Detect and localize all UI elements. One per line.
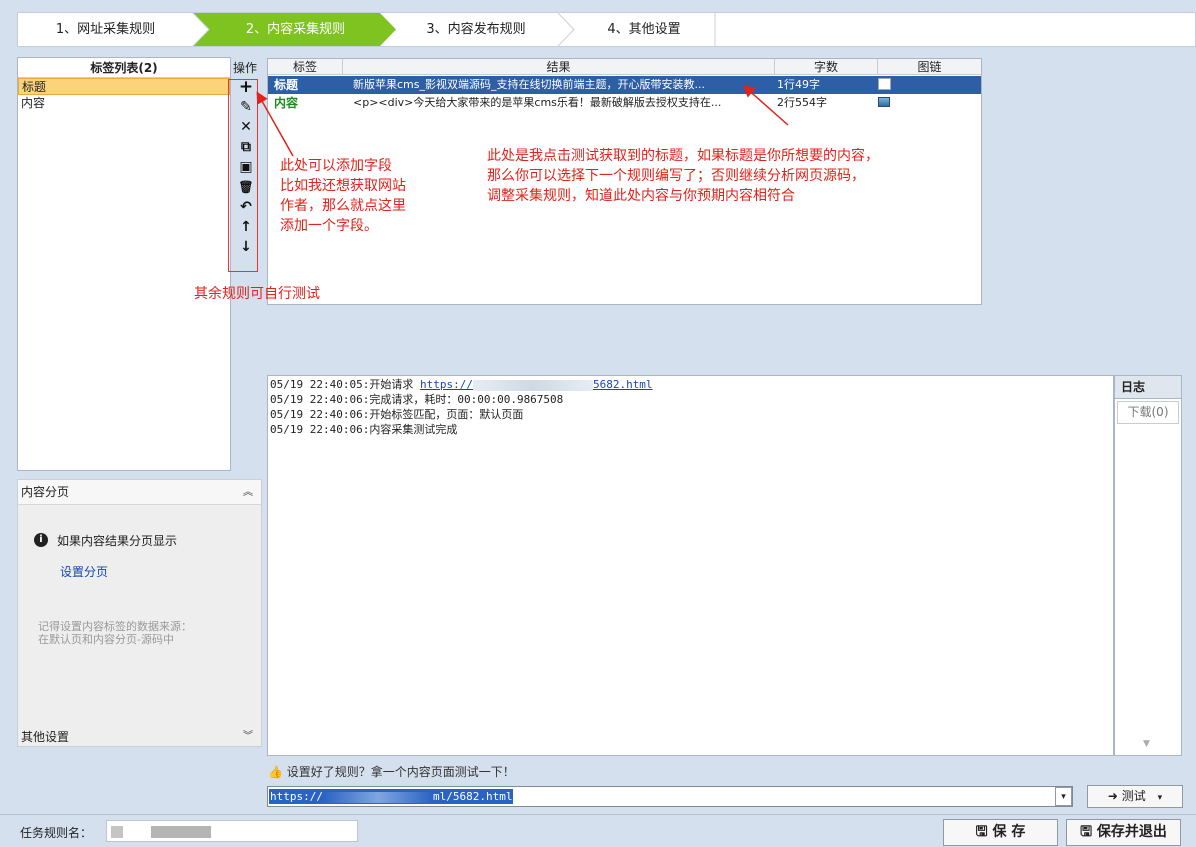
- task-name-input[interactable]: [106, 820, 358, 842]
- pagination-title: 内容分页: [21, 485, 70, 499]
- log-line: 05/19 22:40:06:开始标签匹配，页面：默认页面: [270, 408, 524, 421]
- log-line: 05/19 22:40:05:开始请求 https:// 5682.html: [268, 377, 1113, 392]
- redacted-text: [151, 826, 211, 838]
- arrow-to-title-result: [742, 85, 789, 126]
- expand-icon[interactable]: ︾: [243, 728, 253, 746]
- pagination-info: 如果内容结果分页显示: [57, 534, 178, 548]
- save-icon: 🖫: [1080, 824, 1093, 840]
- url-suffix: ml/5682.html: [432, 790, 513, 803]
- content-pagination-panel: 内容分页 ︽ i 如果内容结果分页显示 设置分页 记得设置内容标签的数据来源： …: [17, 479, 262, 747]
- annotation-result-hint: 此处是我点击测试获取到的标题，如果标题是你所想要的内容， 那么你可以选择下一个规…: [487, 148, 879, 204]
- save-and-exit-button[interactable]: 🖫 保存并退出: [1066, 819, 1181, 846]
- log-line: 05/19 22:40:06:完成请求，耗时：00:00:00.9867508: [270, 393, 564, 406]
- redacted-url: [472, 379, 593, 391]
- test-url-selection: https:// ml/5682.html: [269, 789, 514, 804]
- redacted-text: [111, 826, 123, 838]
- download-button[interactable]: 下载(0): [1117, 401, 1179, 424]
- redacted-url: [322, 791, 433, 803]
- save-icon: 🖫: [975, 824, 988, 840]
- other-settings-title: 其他设置: [21, 730, 70, 744]
- log-line-text: 05/19 22:40:05:开始请求: [270, 378, 420, 391]
- url-prefix: https://: [270, 790, 323, 803]
- thumbs-up-icon: 👍: [268, 765, 283, 779]
- test-button[interactable]: ➜ 测试 ▾: [1087, 785, 1183, 808]
- log-link-end[interactable]: 5682.html: [593, 378, 653, 391]
- arrow-to-add-button: [256, 91, 294, 157]
- pagination-header[interactable]: 内容分页 ︽: [18, 480, 261, 505]
- save-and-exit-label: 保存并退出: [1096, 824, 1167, 840]
- chevron-down-icon[interactable]: ▾: [1158, 793, 1163, 803]
- log-link-start[interactable]: https://: [420, 378, 473, 391]
- log-line: 05/19 22:40:06:内容采集测试完成: [270, 423, 458, 436]
- log-panel: 05/19 22:40:05:开始请求 https:// 5682.html 05…: [267, 375, 1114, 756]
- set-pagination-link[interactable]: 设置分页: [60, 563, 108, 580]
- test-url-input[interactable]: https:// ml/5682.html: [267, 786, 1073, 807]
- test-hint: 👍 设置好了规则？拿一个内容页面测试一下！: [268, 763, 515, 780]
- scroll-down-icon[interactable]: ▼: [1143, 739, 1150, 749]
- save-button-label: 保 存: [992, 824, 1026, 840]
- annotation-add-field: 此处可以添加字段 比如我还想获取网站 作者，那么就点这里 添加一个字段。: [280, 158, 406, 234]
- test-button-label: 测试: [1121, 789, 1146, 803]
- info-icon: i: [34, 533, 48, 547]
- pagination-note: 记得设置内容标签的数据来源： 在默认页和内容分页-源码中: [38, 620, 192, 646]
- log-tab[interactable]: 日志: [1115, 376, 1181, 399]
- other-settings-header[interactable]: 其他设置 ︾: [21, 728, 259, 746]
- run-icon: ➜: [1107, 789, 1118, 803]
- save-button[interactable]: 🖫 保 存: [943, 819, 1058, 846]
- url-dropdown-icon[interactable]: ▾: [1055, 787, 1072, 806]
- annotation-other-rules: 其余规则可自行测试: [194, 286, 320, 302]
- log-sidebar: 日志 下载(0) ▼: [1114, 375, 1182, 756]
- test-hint-text: 设置好了规则？拿一个内容页面测试一下！: [286, 765, 515, 779]
- task-name-label: 任务规则名：: [20, 826, 93, 840]
- collapse-icon[interactable]: ︽: [243, 480, 253, 505]
